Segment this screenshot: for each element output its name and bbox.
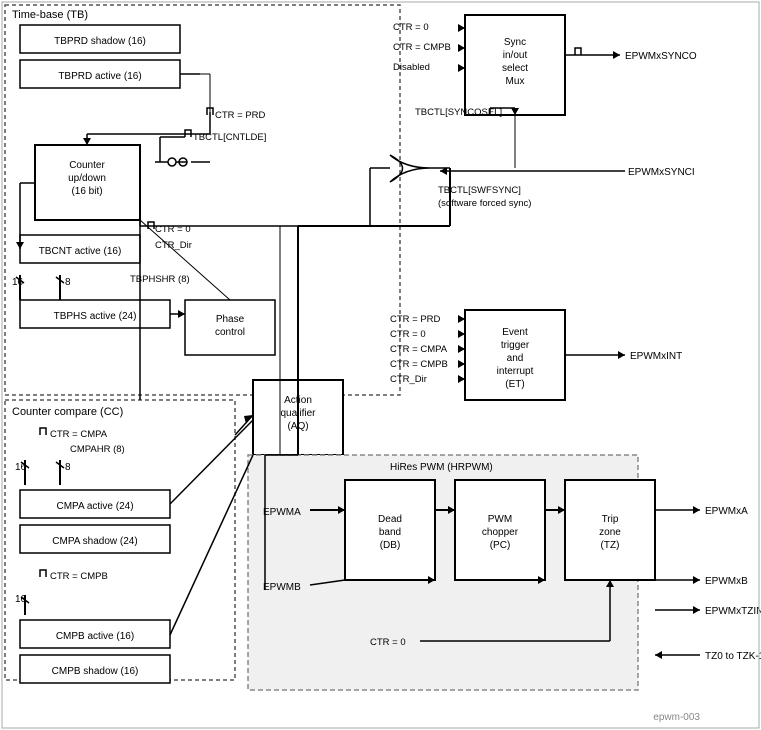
svg-text:band: band (379, 527, 401, 538)
et-ctrcmpa-label: CTR = CMPA (390, 344, 448, 355)
counter-compare-label: Counter compare (CC) (12, 406, 123, 418)
epwmxa-label: EPWMxA (705, 506, 748, 517)
epwmxtzint-label: EPWMxTZINT (705, 606, 761, 617)
cmpb-shadow-label: CMPB shadow (16) (52, 666, 139, 677)
svg-text:(PC): (PC) (490, 540, 511, 551)
epwmxsynci-label: EPWMxSYNCI (628, 167, 695, 178)
tbctl-syncosel-label: TBCTL[SYNCOSEL] (415, 107, 502, 118)
ctr-cmpa-label: CTR = CMPA (50, 429, 108, 440)
time-base-label: Time-base (TB) (12, 9, 88, 21)
et-ctrcmpb-label: CTR = CMPB (390, 359, 448, 370)
svg-text:in/out: in/out (503, 50, 528, 61)
dead-band-label: Dead (378, 514, 402, 525)
svg-text:control: control (215, 327, 245, 338)
et-ctrdir-label: CTR_Dir (390, 374, 427, 385)
tbprd-shadow-label: TBPRD shadow (16) (54, 36, 146, 47)
svg-text:(16 bit): (16 bit) (71, 186, 102, 197)
sync-mux-label: Sync (504, 37, 526, 48)
trip-zone-label: Trip (602, 514, 619, 525)
ctr-prd-label: CTR = PRD (215, 110, 266, 121)
svg-text:chopper: chopper (482, 527, 519, 538)
cmpb-active-label: CMPB active (16) (56, 631, 134, 642)
tbcnt-active-label: TBCNT active (16) (39, 246, 122, 257)
event-trigger-label: Event (502, 327, 528, 338)
epwmxb-label: EPWMxB (705, 576, 748, 587)
cmpa-shadow-label: CMPA shadow (24) (52, 536, 137, 547)
et-ctr-prd-label: CTR = PRD (390, 314, 441, 325)
epwma-label: EPWMA (263, 507, 301, 518)
sync-ctrcmpb-label: CTR = CMPB (393, 42, 451, 53)
hires-pwm-label: HiRes PWM (HRPWM) (390, 462, 493, 473)
sync-ctr0-label: CTR = 0 (393, 22, 429, 33)
epwmxsynco-label: EPWMxSYNCO (625, 51, 697, 62)
tbphshr-label: TBPHSHR (8) (130, 274, 190, 285)
tbphs-active-label: TBPHS active (24) (54, 311, 137, 322)
bus-8-2: 8 (65, 462, 71, 473)
svg-text:zone: zone (599, 527, 621, 538)
svg-text:and: and (507, 353, 524, 364)
svg-text:select: select (502, 63, 528, 74)
cmpa-active-label: CMPA active (24) (56, 501, 133, 512)
pwm-chopper-label: PWM (488, 514, 512, 525)
svg-text:(TZ): (TZ) (601, 540, 620, 551)
diagram-container: Time-base (TB) TBPRD shadow (16) TBPRD a… (0, 0, 761, 730)
svg-text:up/down: up/down (68, 173, 106, 184)
epwmxint-label: EPWMxINT (630, 351, 682, 362)
sync-disabled-label: Disabled (393, 62, 430, 73)
svg-text:trigger: trigger (501, 340, 530, 351)
tz0-tzk1-label: TZ0 to TZK-1 (705, 651, 761, 662)
counter-updown-label: Counter (69, 160, 105, 171)
bus-8-1: 8 (65, 277, 71, 288)
svg-text:(DB): (DB) (380, 540, 401, 551)
diagram-id: epwm-003 (653, 712, 700, 723)
phase-control-label: Phase (216, 314, 245, 325)
svg-text:(ET): (ET) (505, 379, 524, 390)
et-ctr0-label: CTR = 0 (390, 329, 426, 340)
cmpahr-label: CMPAHR (8) (70, 444, 125, 455)
svg-text:interrupt: interrupt (497, 366, 534, 377)
epwmb-label: EPWMB (263, 582, 301, 593)
svg-text:Mux: Mux (506, 76, 525, 87)
ctr0-bottom-label: CTR = 0 (370, 637, 406, 648)
svg-text:(software forced sync): (software forced sync) (438, 198, 531, 209)
tbprd-active-label: TBPRD active (16) (58, 71, 141, 82)
ctr-cmpb-label: CTR = CMPB (50, 571, 108, 582)
